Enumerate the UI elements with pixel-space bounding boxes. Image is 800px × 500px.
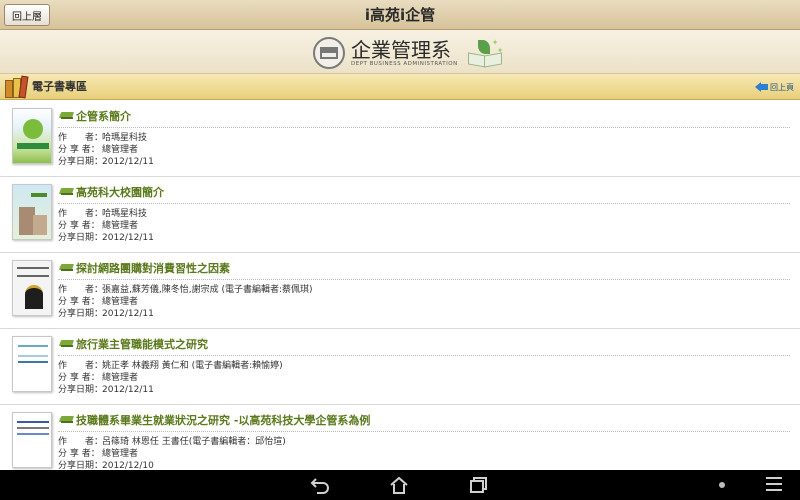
books-icon (5, 75, 29, 99)
ebook-item[interactable]: 技職體系畢業生就業狀況之研究 -以高苑科技大學企管系為例 作 者：呂篠琦 林恩任… (0, 405, 800, 470)
book-author: 作 者：張嘉益,蘇芳儀,陳冬怡,謝宗成 (電子書編輯者:蔡佩琪) (58, 285, 313, 295)
book-date: 分享日期：2012/12/11 (58, 385, 154, 395)
book-date: 分享日期：2012/12/11 (58, 309, 154, 319)
ebook-item[interactable]: 高苑科大校園簡介 作 者：哈瑪星科技 分 享 者： 總管理者 分享日期：2012/… (0, 177, 800, 253)
open-book-icon: ✦ ✦ (464, 38, 504, 68)
book-icon (60, 112, 73, 120)
book-sharer: 分 享 者： 總管理者 (58, 221, 139, 231)
prev-page-label: 回上頁 (770, 82, 794, 92)
book-cover-thumbnail[interactable] (12, 184, 52, 240)
book-title[interactable]: 企管系簡介 (60, 108, 131, 124)
book-title[interactable]: 高苑科大校園簡介 (60, 184, 164, 200)
book-icon (60, 188, 73, 196)
prev-page-button[interactable]: 回上頁 (755, 80, 794, 94)
book-sharer: 分 享 者： 總管理者 (58, 449, 139, 459)
book-author: 作 者：呂篠琦 林恩任 王書任(電子書編輯者：邱怡瑄) (58, 437, 286, 447)
book-cover-thumbnail[interactable] (12, 336, 52, 392)
ebook-item[interactable]: 旅行業主管職能模式之研究 作 者：姚正孝 林義翔 黃仁和 (電子書編輯者:賴愉婷… (0, 329, 800, 405)
book-date: 分享日期：2012/12/10 (58, 461, 154, 470)
school-seal-icon (313, 37, 345, 69)
book-author: 作 者：哈瑪星科技 (58, 133, 148, 143)
status-dot-icon (719, 482, 725, 488)
book-icon (60, 264, 73, 272)
section-title: 電子書專區 (32, 80, 87, 93)
ebook-list[interactable]: 企管系簡介 作 者：哈瑪星科技 分 享 者： 總管理者 分享日期：2012/12/… (0, 101, 800, 470)
app-title: i高苑i企管 (364, 6, 436, 24)
book-date: 分享日期：2012/12/11 (58, 233, 154, 243)
menu-icon[interactable] (766, 477, 782, 491)
back-icon[interactable] (309, 475, 331, 495)
book-title[interactable]: 旅行業主管職能模式之研究 (60, 336, 208, 352)
book-cover-thumbnail[interactable] (12, 412, 52, 468)
book-title[interactable]: 探討網路團購對消費習性之因素 (60, 260, 230, 276)
book-date: 分享日期：2012/12/11 (58, 157, 154, 167)
book-author: 作 者：姚正孝 林義翔 黃仁和 (電子書編輯者:賴愉婷) (58, 361, 283, 371)
ebook-item[interactable]: 企管系簡介 作 者：哈瑪星科技 分 享 者： 總管理者 分享日期：2012/12/… (0, 101, 800, 177)
book-cover-thumbnail[interactable] (12, 260, 52, 316)
ebook-item[interactable]: 探討網路團購對消費習性之因素 作 者：張嘉益,蘇芳儀,陳冬怡,謝宗成 (電子書編… (0, 253, 800, 329)
home-icon[interactable] (388, 475, 410, 495)
back-arrow-icon (755, 82, 768, 92)
book-sharer: 分 享 者： 總管理者 (58, 145, 139, 155)
back-level-button[interactable]: 回上層 (4, 4, 50, 26)
dept-logo: 企業管理系 DEPT BUSINESS ADMINISTRATION ✦ ✦ (313, 36, 504, 70)
recent-apps-icon[interactable] (468, 475, 490, 495)
dept-name-cn: 企業管理系 (351, 38, 451, 62)
section-header (0, 74, 800, 100)
book-icon (60, 416, 73, 424)
book-sharer: 分 享 者： 總管理者 (58, 373, 139, 383)
book-sharer: 分 享 者： 總管理者 (58, 297, 139, 307)
book-author: 作 者：哈瑪星科技 (58, 209, 148, 219)
book-title[interactable]: 技職體系畢業生就業狀況之研究 -以高苑科技大學企管系為例 (60, 412, 370, 428)
book-cover-thumbnail[interactable] (12, 108, 52, 164)
dept-name-en: DEPT BUSINESS ADMINISTRATION (351, 61, 458, 67)
book-icon (60, 340, 73, 348)
